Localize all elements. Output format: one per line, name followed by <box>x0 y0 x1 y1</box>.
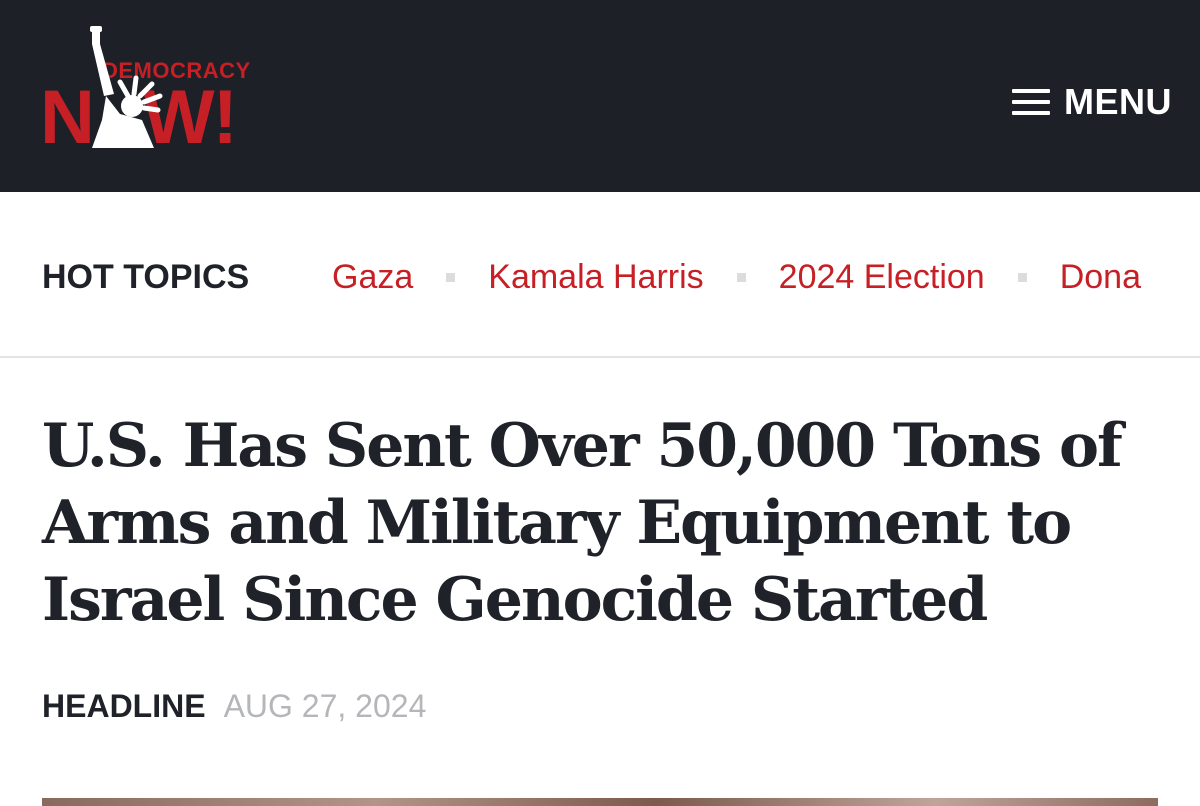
article-headline: U.S. Has Sent Over 50,000 Tons of Arms a… <box>42 411 1123 635</box>
topic-link-truncated[interactable]: Dona <box>1060 258 1141 297</box>
topic-link-2024-election[interactable]: 2024 Election <box>779 258 985 297</box>
topic-separator <box>446 273 456 282</box>
topic-link-kamala-harris[interactable]: Kamala Harris <box>488 258 703 297</box>
topic-link-gaza[interactable]: Gaza <box>332 258 413 297</box>
hot-topics-label: HOT TOPICS <box>42 258 250 296</box>
hamburger-menu-icon <box>1012 89 1050 115</box>
hot-topics-list: Gaza Kamala Harris 2024 Election Dona <box>332 258 1141 297</box>
menu-button[interactable]: MENU <box>1012 80 1172 124</box>
article-category[interactable]: HEADLINE <box>42 688 206 725</box>
statue-of-liberty-icon <box>90 26 163 148</box>
topic-separator <box>736 273 746 282</box>
topic-separator <box>1017 273 1027 282</box>
menu-label: MENU <box>1064 81 1172 122</box>
democracy-now-logo[interactable]: DEMOCRACY N W! <box>40 24 272 156</box>
hot-topics-bar: HOT TOPICS Gaza Kamala Harris 2024 Elect… <box>0 192 1200 358</box>
article-date: AUG 27, 2024 <box>223 688 427 724</box>
top-navigation-bar: DEMOCRACY N W! MENU <box>0 0 1200 192</box>
article-hero-image <box>42 798 1158 806</box>
article-meta: HEADLINE AUG 27, 2024 <box>42 688 426 725</box>
